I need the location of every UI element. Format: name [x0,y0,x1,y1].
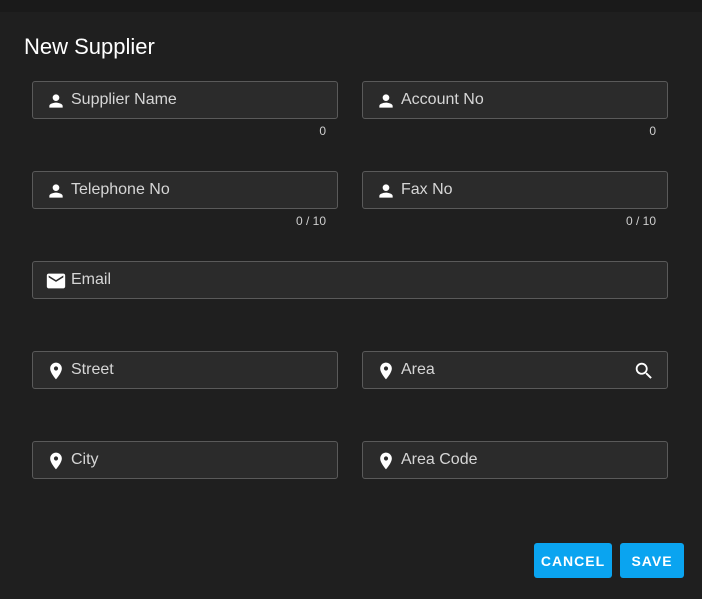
street-field[interactable]: Street [32,351,338,389]
telephone-no-label: Telephone No [71,181,170,198]
dialog-top-edge [0,0,702,12]
street-label: Street [71,361,114,378]
save-button[interactable]: SAVE [620,543,684,578]
area-code-field[interactable]: Area Code [362,441,668,479]
area-code-label: Area Code [401,451,478,468]
email-field[interactable]: Email [32,261,668,299]
location-pin-icon [45,360,67,382]
account-no-counter: 0 [649,124,656,138]
cancel-button[interactable]: CANCEL [534,543,612,578]
fax-no-label: Fax No [401,181,453,198]
telephone-no-field[interactable]: Telephone No [32,171,338,209]
person-icon [375,90,397,112]
person-icon [45,180,67,202]
person-icon [45,90,67,112]
location-pin-icon [45,450,67,472]
new-supplier-dialog: New Supplier Supplier Name 0 Account No … [0,0,702,599]
mail-icon [45,270,67,292]
area-field[interactable]: Area [362,351,668,389]
city-label: City [71,451,99,468]
telephone-no-counter: 0 / 10 [295,214,326,228]
supplier-name-field[interactable]: Supplier Name [32,81,338,119]
area-label: Area [401,361,435,378]
fax-no-field[interactable]: Fax No [362,171,668,209]
supplier-name-label: Supplier Name [71,91,177,108]
email-label: Email [71,271,112,288]
location-pin-icon [375,450,397,472]
search-icon[interactable] [633,360,655,382]
city-field[interactable]: City [32,441,338,479]
supplier-name-counter: 0 [319,124,326,138]
account-no-field[interactable]: Account No [362,81,668,119]
account-no-label: Account No [401,91,484,108]
person-icon [375,180,397,202]
dialog-title: New Supplier [24,34,155,59]
fax-no-counter: 0 / 10 [625,214,656,228]
location-pin-icon [375,360,397,382]
